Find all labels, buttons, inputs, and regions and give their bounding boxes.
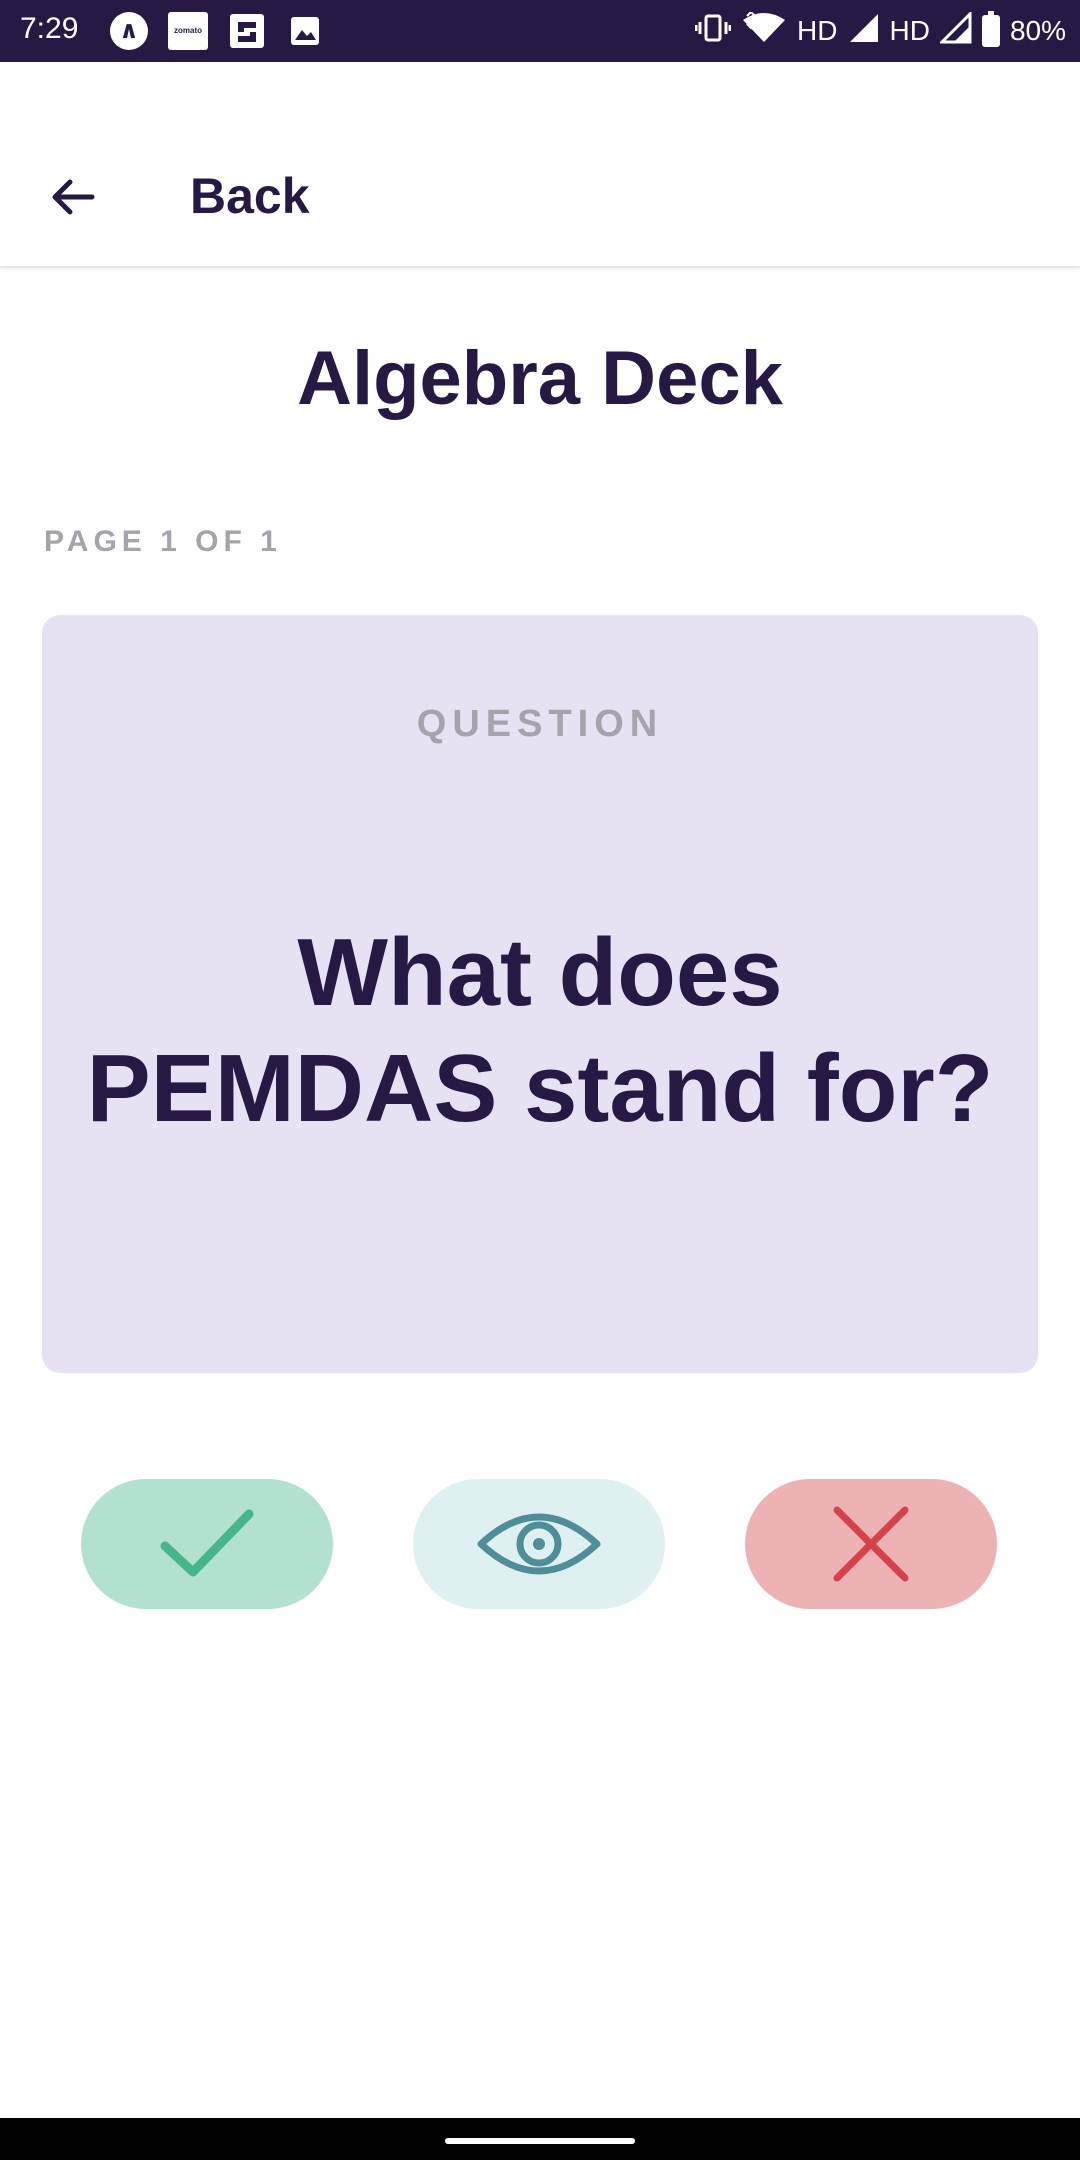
flashcard[interactable]: QUESTION What does PEMDAS stand for? <box>42 615 1038 1373</box>
x-close-icon <box>833 1506 909 1582</box>
network-label: HD <box>797 15 838 46</box>
status-right-group: HD HD 80% <box>694 9 1066 52</box>
app-bar: Back <box>0 62 1080 268</box>
battery-percent: 80% <box>1009 15 1066 46</box>
sports-app-icon <box>228 12 266 50</box>
reveal-answer-button[interactable] <box>413 1479 665 1609</box>
arrow-left-icon[interactable] <box>48 172 98 222</box>
deck-title: Algebra Deck <box>297 336 783 421</box>
mark-correct-button[interactable] <box>81 1479 333 1609</box>
card-question-text: What does PEMDAS stand for? <box>86 919 994 1142</box>
status-time: 7:29 <box>20 12 79 45</box>
network-label-2: HD <box>889 15 930 46</box>
battery-icon <box>981 11 1000 47</box>
vibrate-icon <box>694 13 732 50</box>
system-nav-bar <box>0 2118 1080 2160</box>
app-a-icon: ∧ <box>110 12 148 50</box>
back-button[interactable]: Back <box>190 167 310 225</box>
zomato-icon: zomato <box>168 12 208 50</box>
checkmark-icon <box>160 1509 254 1577</box>
home-gesture-handle[interactable] <box>445 2138 635 2144</box>
signal-icon-2 <box>938 9 972 51</box>
eye-icon <box>477 1513 601 1575</box>
page-indicator: PAGE 1 OF 1 <box>44 525 282 558</box>
gallery-icon <box>286 12 324 50</box>
status-bar: 7:29 ∧ zomato HD HD 80% <box>0 0 1080 62</box>
mark-wrong-button[interactable] <box>745 1479 997 1609</box>
card-side-label: QUESTION <box>416 703 664 745</box>
wifi-icon <box>741 10 787 51</box>
signal-icon <box>848 12 880 51</box>
